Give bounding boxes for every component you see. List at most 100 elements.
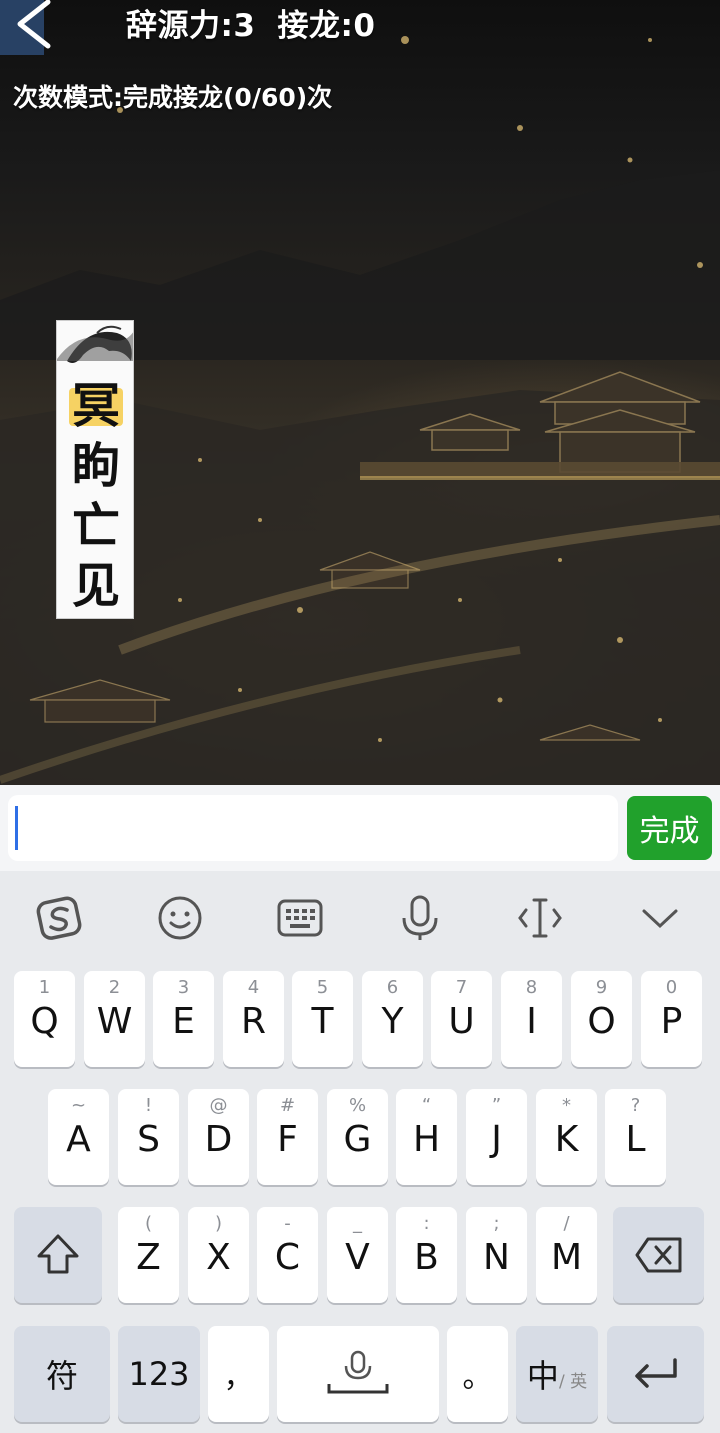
key-r[interactable]: 4R <box>223 971 284 1067</box>
key-l[interactable]: ? L <box>605 1089 666 1185</box>
game-status: 辞源力:3 接龙:0 <box>126 0 376 44</box>
key-e[interactable]: 3E <box>153 971 214 1067</box>
key-b[interactable]: :B <box>396 1207 457 1303</box>
key-secondary-label: 0 <box>665 977 678 998</box>
key-secondary-label: * <box>562 1095 571 1116</box>
key-secondary-label: 6 <box>386 977 399 998</box>
key-secondary-label: ! <box>144 1095 153 1116</box>
mode-text: 次数模式:完成接龙(0/60)次 <box>13 83 333 112</box>
idiom-card: 冥 眗 亡 见 <box>56 320 134 619</box>
key-v[interactable]: _ V <box>327 1207 388 1303</box>
key-secondary-label: 9 <box>595 977 608 998</box>
key-m[interactable]: / M <box>536 1207 597 1303</box>
space-key[interactable] <box>277 1326 439 1422</box>
key-o[interactable]: 9O <box>571 971 632 1067</box>
key-secondary-label: - <box>284 1213 291 1234</box>
idiom-char-4: 见 <box>71 558 120 614</box>
shift-key[interactable] <box>14 1207 102 1303</box>
period-key[interactable]: 。 <box>447 1326 508 1422</box>
key-secondary-label: 7 <box>455 977 468 998</box>
soft-keyboard: 1Q 2W 3E 4R 5T 6Y 7U 8I 9O 0P ~ A ! S @ D #… <box>0 871 720 1433</box>
key-z[interactable]: (Z <box>118 1207 179 1303</box>
chevron-left-icon <box>17 0 51 49</box>
key-secondary-label: ? <box>630 1095 641 1116</box>
key-secondary-label: ~ <box>70 1095 87 1116</box>
key-content: 。 <box>462 1360 493 1395</box>
key-j[interactable]: ” J <box>466 1089 527 1185</box>
key-secondary-label: ; <box>493 1213 500 1234</box>
comma-key[interactable]: ， <box>208 1326 269 1422</box>
key-secondary-label: 2 <box>108 977 121 998</box>
key-p[interactable]: 0P <box>641 971 702 1067</box>
key-secondary-label: / <box>563 1213 570 1234</box>
key-label: D <box>204 1119 233 1160</box>
key-x[interactable]: ) X <box>188 1207 249 1303</box>
key-n[interactable]: ; N <box>466 1207 527 1303</box>
key-label: U <box>448 1001 475 1042</box>
key-k[interactable]: * K <box>536 1089 597 1185</box>
key-w[interactable]: 2W <box>84 971 145 1067</box>
key-t[interactable]: 5T <box>292 971 353 1067</box>
backspace-key[interactable] <box>613 1207 704 1303</box>
key-q[interactable]: 1Q <box>14 971 75 1067</box>
sogou-logo-icon[interactable] <box>35 893 85 943</box>
key-y[interactable]: 6Y <box>362 971 423 1067</box>
key-label: F <box>277 1119 298 1160</box>
key-content <box>14 1207 102 1303</box>
shift-arrow-icon <box>37 1234 79 1274</box>
key-label: H <box>412 1119 441 1160</box>
key-label: R <box>240 1001 266 1042</box>
key-label: V <box>345 1237 370 1278</box>
jielong-count-label: 接龙:0 <box>277 8 376 44</box>
key-u[interactable]: 7U <box>431 971 492 1067</box>
key-secondary-label: ” <box>491 1095 502 1116</box>
key-label: L <box>625 1119 646 1160</box>
key-label: J <box>491 1119 502 1160</box>
key-label: C <box>274 1237 301 1278</box>
emoji-icon[interactable] <box>155 893 205 943</box>
key-content: ， <box>223 1360 254 1395</box>
lang-chinese-label: 中 <box>526 1357 559 1395</box>
keyboard-toolbar <box>0 871 720 963</box>
key-secondary-label: 3 <box>177 977 190 998</box>
symbols-key[interactable]: 符 <box>14 1326 110 1422</box>
key-label: E <box>172 1001 195 1042</box>
key-secondary-label: @ <box>209 1095 228 1116</box>
key-content: 符 <box>45 1357 78 1395</box>
game-background: 辞源力:3 接龙:0 次数模式:完成接龙(0/60)次 冥 眗 亡 见 <box>0 0 720 785</box>
key-secondary-label: “ <box>421 1095 432 1116</box>
key-label: N <box>483 1237 510 1278</box>
language-switch-key[interactable]: 中 / 英 <box>516 1326 598 1422</box>
idiom-char-2: 眗 <box>71 438 120 494</box>
back-button[interactable] <box>0 0 60 55</box>
key-a[interactable]: ~ A <box>48 1089 109 1185</box>
key-s[interactable]: ! S <box>118 1089 179 1185</box>
key-secondary-label: : <box>423 1213 430 1234</box>
key-label: Q <box>30 1001 59 1042</box>
space-voice-icon <box>327 1350 389 1394</box>
key-d[interactable]: @ D <box>188 1089 249 1185</box>
key-content: 123 <box>128 1355 190 1393</box>
key-h[interactable]: “H <box>396 1089 457 1185</box>
key-i[interactable]: 8I <box>501 971 562 1067</box>
key-f[interactable]: # F <box>257 1089 318 1185</box>
key-secondary-label: ) <box>214 1213 223 1234</box>
key-secondary-label: % <box>348 1095 367 1116</box>
key-c[interactable]: -C <box>257 1207 318 1303</box>
numbers-key[interactable]: 123 <box>118 1326 200 1422</box>
key-g[interactable]: % G <box>327 1089 388 1185</box>
done-button[interactable]: 完成 <box>627 796 712 860</box>
key-label: A <box>66 1119 91 1160</box>
key-content <box>277 1326 439 1422</box>
enter-key[interactable] <box>607 1326 704 1422</box>
collapse-chevron-icon[interactable] <box>635 893 685 943</box>
cursor-move-icon[interactable] <box>515 893 565 943</box>
key-secondary-label: 4 <box>247 977 260 998</box>
key-secondary-label: ( <box>144 1213 153 1234</box>
key-label: I <box>526 1001 537 1042</box>
lang-english-label: / 英 <box>558 1371 588 1392</box>
answer-input[interactable] <box>8 795 618 861</box>
keyboard-icon[interactable] <box>275 893 325 943</box>
microphone-icon[interactable] <box>395 893 445 943</box>
idiom-chars: 冥 眗 亡 见 <box>57 376 133 616</box>
